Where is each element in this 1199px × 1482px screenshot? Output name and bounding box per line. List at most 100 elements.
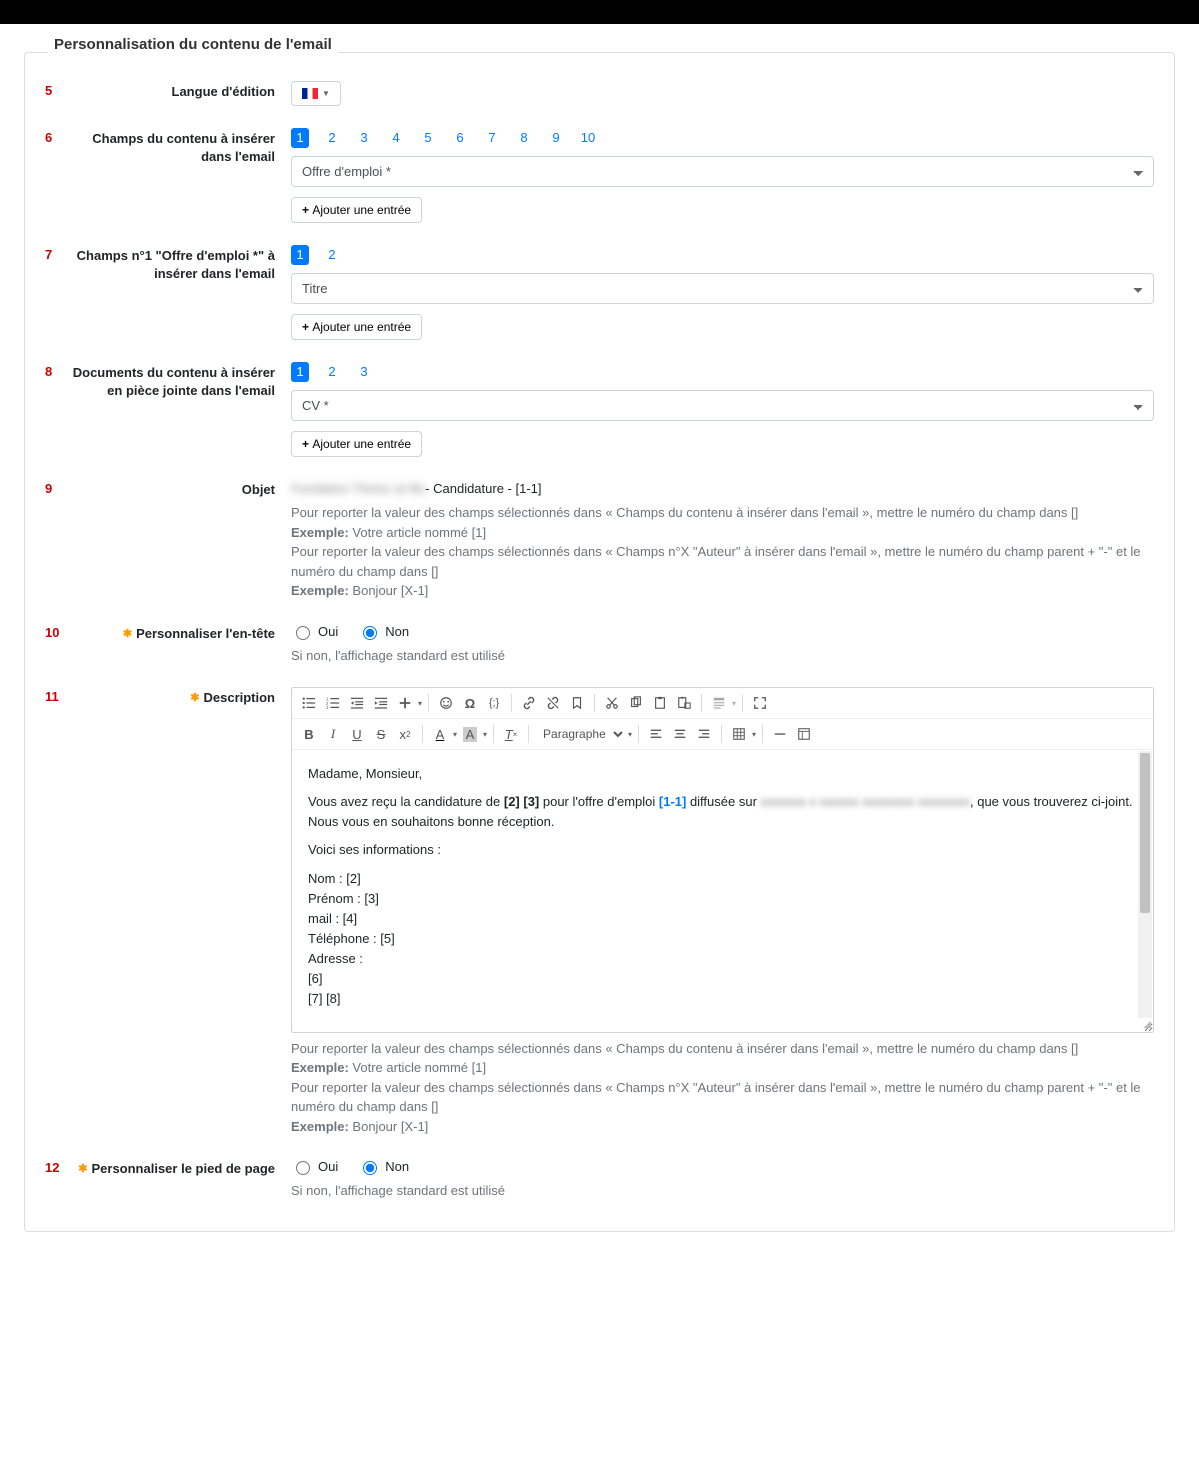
label-champs-n1: Champs n°1 "Offre d'emploi *" à insérer … [65,245,291,282]
omega-icon[interactable]: Ω [459,692,481,714]
paste-special-icon[interactable] [673,692,695,714]
layout-icon[interactable] [793,723,815,745]
pager-champs: 1 2 3 4 5 6 7 8 9 10 [291,128,1154,148]
editor-toolbar-2: B I U S x2 A▾ A▾ T× Paragraphe▾ [292,719,1153,750]
superscript-icon[interactable]: x2 [394,723,416,745]
code-braces-icon[interactable]: {;} [483,692,505,714]
add-entry-champs-n1[interactable]: Ajouter une entrée [291,314,422,340]
row-header-custom: 10 Personnaliser l'en-tête Oui Non Si no… [45,623,1154,666]
template-icon[interactable] [708,692,730,714]
page-6[interactable]: 6 [451,128,469,148]
bg-color-icon[interactable]: A [459,723,481,745]
page-n1-2[interactable]: 2 [323,245,341,265]
panel-title: Personnalisation du contenu de l'email [48,36,338,53]
radio-header-non[interactable] [363,626,377,640]
underline-icon[interactable]: U [346,723,368,745]
hr-icon[interactable] [769,723,791,745]
label-langue: Langue d'édition [65,81,291,101]
ul-icon[interactable] [298,692,320,714]
bold-icon[interactable]: B [298,723,320,745]
copy-icon[interactable] [625,692,647,714]
clear-format-icon[interactable]: T× [500,723,522,745]
radio-footer-non[interactable] [363,1161,377,1175]
link-icon[interactable] [518,692,540,714]
header-radio-group: Oui Non [291,623,1154,640]
footer-oui[interactable]: Oui [291,1158,338,1175]
page-4[interactable]: 4 [387,128,405,148]
align-right-icon[interactable] [693,723,715,745]
italic-icon[interactable]: I [322,723,344,745]
top-bar [0,0,1199,24]
label-champs-contenu: Champs du contenu à insérer dans l'email [65,128,291,165]
plus-caret-icon[interactable]: ▾ [418,699,422,708]
ed-info: Nom : [2] Prénom : [3] mail : [4] Téléph… [308,869,1137,1010]
header-non[interactable]: Non [358,623,409,640]
page-3[interactable]: 3 [355,128,373,148]
page-10[interactable]: 10 [579,128,597,148]
row-documents: 8 Documents du contenu à insérer en pièc… [45,362,1154,457]
bookmark-icon[interactable] [566,692,588,714]
footer-non[interactable]: Non [358,1158,409,1175]
row-description: 11 Description 123 ▾ Ω {;} [45,687,1154,1136]
page-doc-1[interactable]: 1 [291,362,309,382]
step-num-11: 11 [45,687,65,704]
select-champs-contenu[interactable]: Offre d'emploi * [291,156,1154,187]
ed-greet: Madame, Monsieur, [308,764,1137,784]
paragraph-caret-icon[interactable]: ▾ [628,730,632,739]
label-objet: Objet [65,479,291,499]
emoji-icon[interactable] [435,692,457,714]
ol-icon[interactable]: 123 [322,692,344,714]
row-langue: 5 Langue d'édition ▼ [45,81,1154,106]
fullscreen-icon[interactable] [749,692,771,714]
template-caret-icon[interactable]: ▾ [732,699,736,708]
table-caret-icon[interactable]: ▾ [752,730,756,739]
radio-footer-oui[interactable] [296,1161,310,1175]
page-9[interactable]: 9 [547,128,565,148]
rich-editor: 123 ▾ Ω {;} [291,687,1154,1033]
add-entry-champs[interactable]: Ajouter une entrée [291,197,422,223]
text-color-caret-icon[interactable]: ▾ [453,730,457,739]
label-description: Description [65,687,291,707]
indent-icon[interactable] [370,692,392,714]
objet-text: - Candidature - [1-1] [425,481,541,496]
ed-p2: Vous avez reçu la candidature de [2] [3]… [308,792,1137,832]
align-left-icon[interactable] [645,723,667,745]
label-footer-custom: Personnaliser le pied de page [65,1158,291,1178]
cut-icon[interactable] [601,692,623,714]
page-doc-2[interactable]: 2 [323,362,341,382]
plus-icon[interactable] [394,692,416,714]
ed-p4: Voici ses informations : [308,840,1137,860]
unlink-icon[interactable] [542,692,564,714]
language-dropdown[interactable]: ▼ [291,81,341,106]
header-oui[interactable]: Oui [291,623,338,640]
page-5[interactable]: 5 [419,128,437,148]
add-entry-documents[interactable]: Ajouter une entrée [291,431,422,457]
editor-scrollbar[interactable] [1138,751,1152,1018]
header-note: Si non, l'affichage standard est utilisé [291,646,1154,666]
editor-body[interactable]: Madame, Monsieur, Vous avez reçu la cand… [292,750,1153,1032]
outdent-icon[interactable] [346,692,368,714]
select-champs-n1[interactable]: Titre [291,273,1154,304]
table-icon[interactable] [728,723,750,745]
editor-toolbar-1: 123 ▾ Ω {;} [292,688,1153,719]
bg-color-caret-icon[interactable]: ▾ [483,730,487,739]
align-center-icon[interactable] [669,723,691,745]
row-champs-contenu: 6 Champs du contenu à insérer dans l'ema… [45,128,1154,223]
page-2[interactable]: 2 [323,128,341,148]
paste-icon[interactable] [649,692,671,714]
page-doc-3[interactable]: 3 [355,362,373,382]
objet-input[interactable]: Fondation Thiriez et fils - Candidature … [291,479,1154,497]
page-1[interactable]: 1 [291,128,309,148]
radio-header-oui[interactable] [296,626,310,640]
page-8[interactable]: 8 [515,128,533,148]
row-footer-custom: 12 Personnaliser le pied de page Oui Non… [45,1158,1154,1201]
step-num-5: 5 [45,81,65,98]
paragraph-select[interactable]: Paragraphe [535,724,626,744]
step-num-12: 12 [45,1158,65,1175]
step-num-9: 9 [45,479,65,496]
page-n1-1[interactable]: 1 [291,245,309,265]
strike-icon[interactable]: S [370,723,392,745]
text-color-icon[interactable]: A [429,723,451,745]
select-documents[interactable]: CV * [291,390,1154,421]
page-7[interactable]: 7 [483,128,501,148]
